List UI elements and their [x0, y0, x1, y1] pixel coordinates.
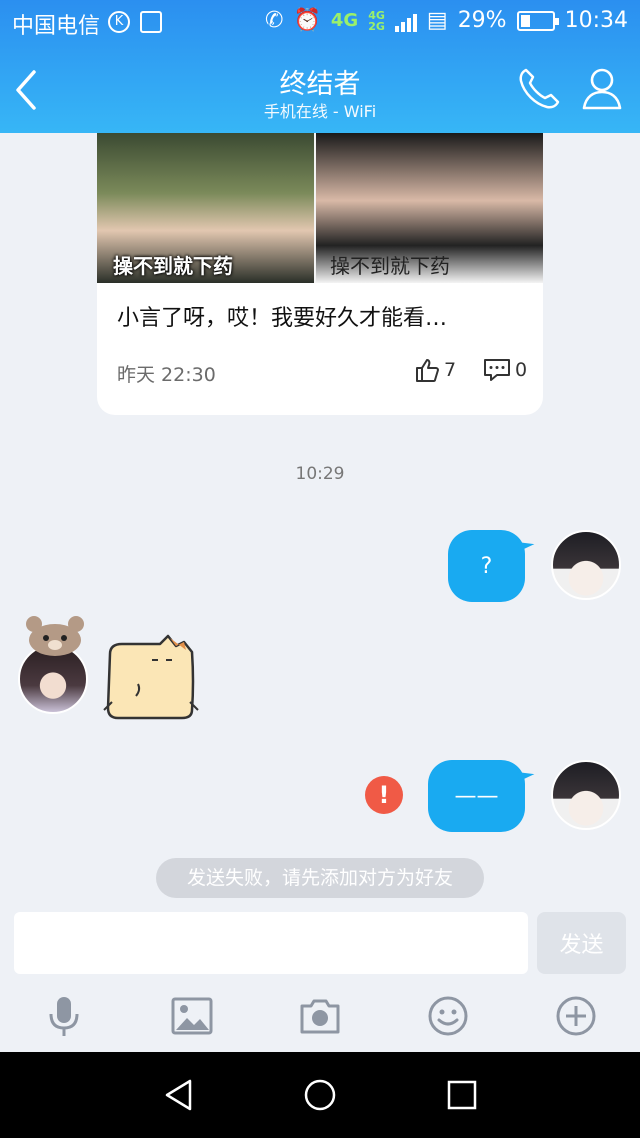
comment-count: 0: [515, 359, 528, 381]
message-input[interactable]: [14, 912, 528, 974]
card-image-left: 操不到就下药: [97, 133, 315, 283]
system-navigation-bar: [0, 1052, 640, 1138]
input-toolbar: [0, 990, 640, 1052]
card-text: 小言了呀，哎！我要好久才能看…: [117, 306, 448, 331]
k-badge-icon: K: [108, 11, 130, 33]
image-icon[interactable]: [170, 994, 214, 1038]
image-caption-right: 操不到就下药: [330, 254, 451, 278]
plus-icon[interactable]: [554, 994, 598, 1038]
camera-icon[interactable]: [298, 994, 342, 1038]
signal-icon: [394, 10, 417, 32]
comment-icon: [484, 359, 510, 381]
message-text: ——: [454, 783, 499, 809]
message-timestamp: 10:29: [295, 464, 345, 484]
comment-button[interactable]: 0: [483, 357, 527, 383]
vibrate-icon: ✆: [265, 7, 284, 33]
send-failed-icon[interactable]: !: [365, 776, 403, 814]
phone-call-icon[interactable]: [516, 66, 562, 112]
like-count: 7: [444, 359, 457, 381]
outgoing-message-bubble[interactable]: ?: [448, 530, 525, 602]
network-type: 4G: [330, 10, 359, 31]
shared-post-card[interactable]: 操不到就下药 操不到就下药 小言了呀，哎！我要好久才能看… 昨天 22:30 7…: [97, 133, 543, 415]
my-avatar[interactable]: [551, 530, 621, 600]
emoji-icon[interactable]: [426, 994, 470, 1038]
thumbs-up-icon: [416, 359, 439, 382]
cat-sticker-icon[interactable]: [100, 632, 200, 722]
nav-back-icon[interactable]: [162, 1078, 196, 1112]
like-button[interactable]: 7: [414, 357, 456, 383]
gallery-notification-icon: [140, 11, 162, 33]
sim-icon: ▤: [426, 7, 448, 33]
carrier-label: 中国电信: [12, 14, 101, 39]
status-bar: 中国电信 K ✆ ⏰ 4G 4G 2G ▤ 29% 10:34: [0, 0, 640, 44]
status-right: ✆ ⏰ 4G 4G 2G ▤ 29% 10:34: [265, 8, 628, 33]
header-bar: 中国电信 K ✆ ⏰ 4G 4G 2G ▤ 29% 10:34 终结者 手机在线…: [0, 0, 640, 133]
microphone-icon[interactable]: [42, 994, 86, 1038]
hamster-avatar-frame-icon: [26, 616, 84, 656]
battery-icon: [516, 10, 559, 31]
dual-network-indicator: 4G 2G: [368, 8, 385, 33]
nav-home-icon[interactable]: [303, 1078, 337, 1112]
my-avatar[interactable]: [551, 760, 621, 830]
message-text: ?: [480, 553, 493, 579]
alarm-icon: ⏰: [293, 7, 321, 33]
card-time: 昨天 22:30: [117, 364, 216, 386]
send-failed-notice: 发送失败，请先添加对方为好友: [156, 858, 484, 898]
contact-profile-icon[interactable]: [580, 66, 624, 112]
nav-recents-icon[interactable]: [445, 1078, 479, 1112]
card-images: 操不到就下药 操不到就下药: [97, 133, 543, 283]
send-button[interactable]: 发送: [537, 912, 626, 974]
card-image-right: 操不到就下药: [316, 133, 543, 283]
image-caption-left: 操不到就下药: [113, 254, 233, 278]
failed-message-bubble[interactable]: ——: [428, 760, 525, 832]
clock: 10:34: [564, 8, 628, 33]
battery-percent: 29%: [457, 8, 507, 33]
